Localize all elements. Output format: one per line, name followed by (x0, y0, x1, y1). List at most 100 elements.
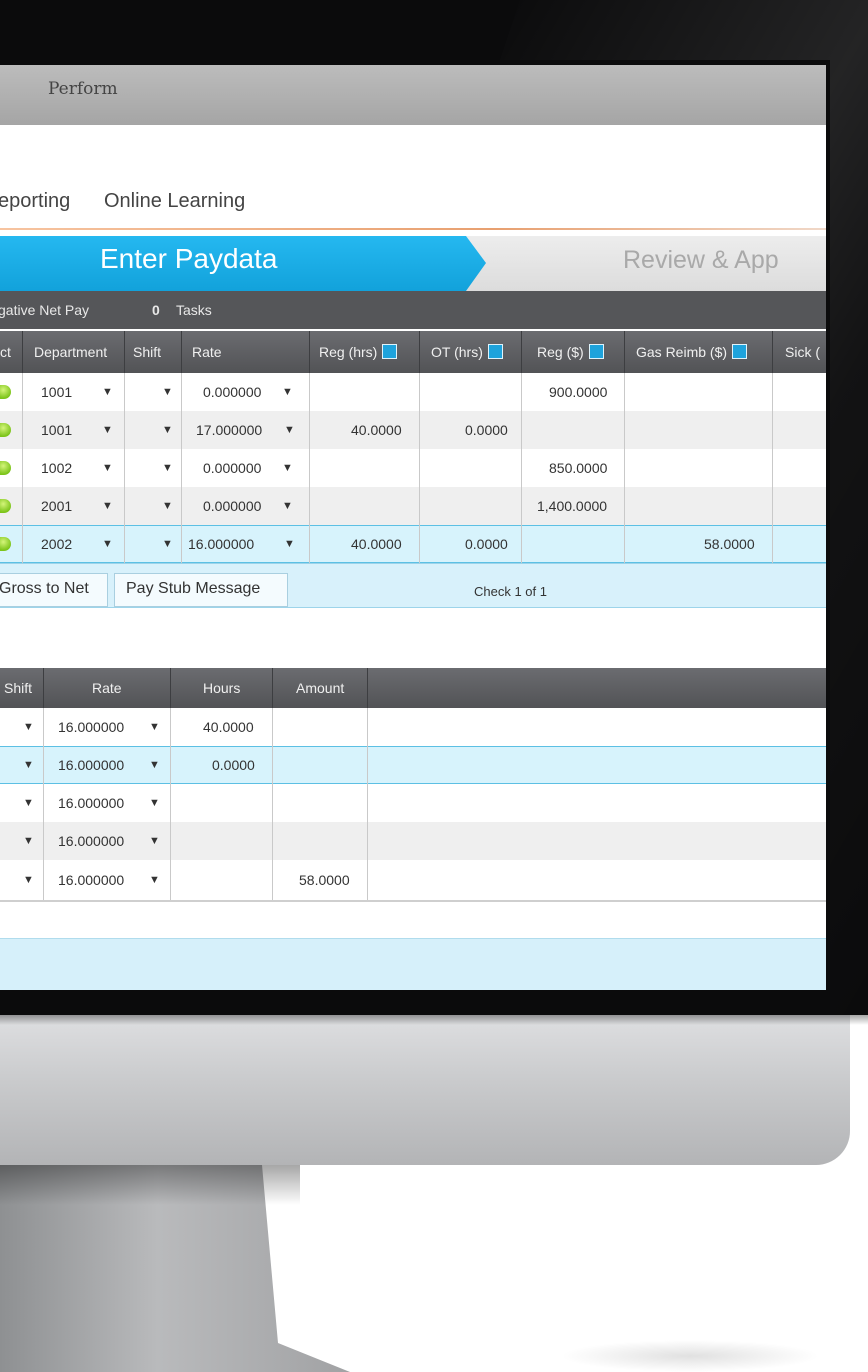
rate-cell[interactable]: 16.000000 (58, 719, 124, 735)
col-hours-header[interactable]: Hours (203, 680, 240, 696)
tab-pay-stub-message[interactable]: Pay Stub Message (114, 573, 288, 607)
rate-dropdown-icon[interactable]: ▼ (149, 874, 160, 886)
col-amount-header[interactable]: Amount (296, 680, 344, 696)
col-reg-hrs-header[interactable]: Reg (hrs) (319, 344, 398, 360)
col-rate-header[interactable]: Rate (92, 680, 122, 696)
rate-dropdown-icon[interactable]: ▼ (149, 721, 160, 733)
tab-gross-to-net[interactable]: Gross to Net (0, 573, 108, 607)
department-dropdown-icon[interactable]: ▼ (102, 424, 113, 436)
col-ot-hrs-header[interactable]: OT (hrs) (431, 344, 503, 360)
col-rate-header[interactable]: Rate (192, 344, 222, 360)
col-shift-header[interactable]: Shift (133, 344, 161, 360)
col-shift-header[interactable]: Shift (4, 680, 32, 696)
floor-shadow (560, 1340, 820, 1372)
shift-dropdown-icon[interactable]: ▼ (162, 500, 173, 512)
department-cell[interactable]: 1001 (41, 422, 72, 438)
gas-reimb-cell[interactable]: 58.0000 (704, 536, 755, 552)
department-cell[interactable]: 2001 (41, 498, 72, 514)
shift-dropdown-icon[interactable]: ▼ (162, 462, 173, 474)
department-dropdown-icon[interactable]: ▼ (102, 500, 113, 512)
table-row[interactable]: ▼ 16.000000 ▼ 58.0000 (0, 860, 826, 902)
shift-dropdown-icon[interactable]: ▼ (23, 835, 34, 847)
table-row[interactable]: ▼ 16.000000 ▼ (0, 822, 826, 860)
col-gas-reimb-header[interactable]: Gas Reimb ($) (636, 344, 748, 360)
department-cell[interactable]: 2002 (41, 536, 72, 552)
department-dropdown-icon[interactable]: ▼ (102, 462, 113, 474)
department-dropdown-icon[interactable]: ▼ (102, 386, 113, 398)
shift-dropdown-icon[interactable]: ▼ (162, 538, 173, 550)
calculator-icon[interactable] (382, 344, 398, 359)
hours-cell[interactable]: 40.0000 (203, 719, 254, 735)
ot-hrs-cell[interactable]: 0.0000 (465, 422, 508, 438)
calculator-icon[interactable] (487, 344, 503, 359)
hours-cell[interactable]: 0.0000 (212, 757, 255, 773)
tab-pay-stub-message-label: Pay Stub Message (126, 580, 261, 597)
table-row-selected[interactable]: ▼ 16.000000 ▼ 0.0000 (0, 746, 826, 784)
rate-dropdown-icon[interactable]: ▼ (149, 797, 160, 809)
tasks-link[interactable]: Tasks (176, 302, 212, 318)
ot-hrs-cell[interactable]: 0.0000 (465, 536, 508, 552)
rate-cell[interactable]: 16.000000 (58, 872, 124, 888)
rate-cell[interactable]: 16.000000 (188, 536, 254, 552)
status-indicator-icon (0, 499, 11, 513)
calculator-icon[interactable] (588, 344, 604, 359)
rate-cell[interactable]: 0.000000 (203, 460, 261, 476)
reg-dollars-cell[interactable]: 900.0000 (549, 384, 607, 400)
shift-dropdown-icon[interactable]: ▼ (162, 386, 173, 398)
grid-line (43, 708, 44, 900)
department-dropdown-icon[interactable]: ▼ (102, 538, 113, 550)
grid-line (272, 708, 273, 900)
negative-net-pay-label[interactable]: gative Net Pay (0, 302, 89, 318)
rate-dropdown-icon[interactable]: ▼ (282, 500, 293, 512)
rate-dropdown-icon[interactable]: ▼ (149, 759, 160, 771)
menu-item-reporting[interactable]: eporting (0, 190, 70, 213)
department-cell[interactable]: 1001 (41, 384, 72, 400)
rate-dropdown-icon[interactable]: ▼ (284, 424, 295, 436)
shift-dropdown-icon[interactable]: ▼ (23, 874, 34, 886)
rate-cell[interactable]: 17.000000 (196, 422, 262, 438)
shift-dropdown-icon[interactable]: ▼ (23, 797, 34, 809)
menu-divider (0, 228, 826, 230)
rate-cell[interactable]: 16.000000 (58, 833, 124, 849)
shift-dropdown-icon[interactable]: ▼ (23, 721, 34, 733)
col-department-header[interactable]: Department (34, 344, 107, 360)
stand-shade (0, 1165, 300, 1205)
col-reg-dollars-header[interactable]: Reg ($) (537, 344, 604, 360)
step-review-approve[interactable]: Review & App (623, 246, 779, 275)
reg-dollars-cell[interactable]: 1,400.0000 (537, 498, 607, 514)
tab-gross-to-net-label: Gross to Net (0, 580, 89, 597)
rate-dropdown-icon[interactable]: ▼ (282, 386, 293, 398)
menu-item-online-learning[interactable]: Online Learning (104, 190, 245, 213)
shift-dropdown-icon[interactable]: ▼ (23, 759, 34, 771)
rate-cell[interactable]: 16.000000 (58, 795, 124, 811)
monitor-chin (0, 1015, 850, 1165)
rate-cell[interactable]: 0.000000 (203, 384, 261, 400)
col-ot-hrs-label: OT (hrs) (431, 344, 483, 360)
reg-hrs-cell[interactable]: 40.0000 (351, 422, 402, 438)
grid-line (22, 373, 23, 563)
shift-dropdown-icon[interactable]: ▼ (162, 424, 173, 436)
calculator-icon[interactable] (732, 344, 748, 359)
rate-dropdown-icon[interactable]: ▼ (282, 462, 293, 474)
screen: Perform eporting Online Learning Enter P… (0, 65, 826, 990)
amount-cell[interactable]: 58.0000 (299, 872, 350, 888)
reg-dollars-cell[interactable]: 850.0000 (549, 460, 607, 476)
department-cell[interactable]: 1002 (41, 460, 72, 476)
grid-line (772, 373, 773, 563)
reg-hrs-cell[interactable]: 40.0000 (351, 536, 402, 552)
rate-cell[interactable]: 16.000000 (58, 757, 124, 773)
table-row[interactable]: ▼ 16.000000 ▼ (0, 784, 826, 822)
col-sick-header[interactable]: Sick ( (785, 344, 820, 360)
grid-line (419, 373, 420, 563)
task-count: 0 (152, 302, 160, 318)
status-indicator-icon (0, 537, 11, 551)
rate-dropdown-icon[interactable]: ▼ (149, 835, 160, 847)
grid-line (170, 708, 171, 900)
rate-cell[interactable]: 0.000000 (203, 498, 261, 514)
rate-dropdown-icon[interactable]: ▼ (284, 538, 295, 550)
col-reg-dollars-label: Reg ($) (537, 344, 584, 360)
chin-shadow (0, 1015, 868, 1025)
table-row[interactable]: ▼ 16.000000 ▼ 40.0000 (0, 708, 826, 746)
status-indicator-icon (0, 423, 11, 437)
step-enter-paydata-label: Enter Paydata (100, 243, 278, 274)
